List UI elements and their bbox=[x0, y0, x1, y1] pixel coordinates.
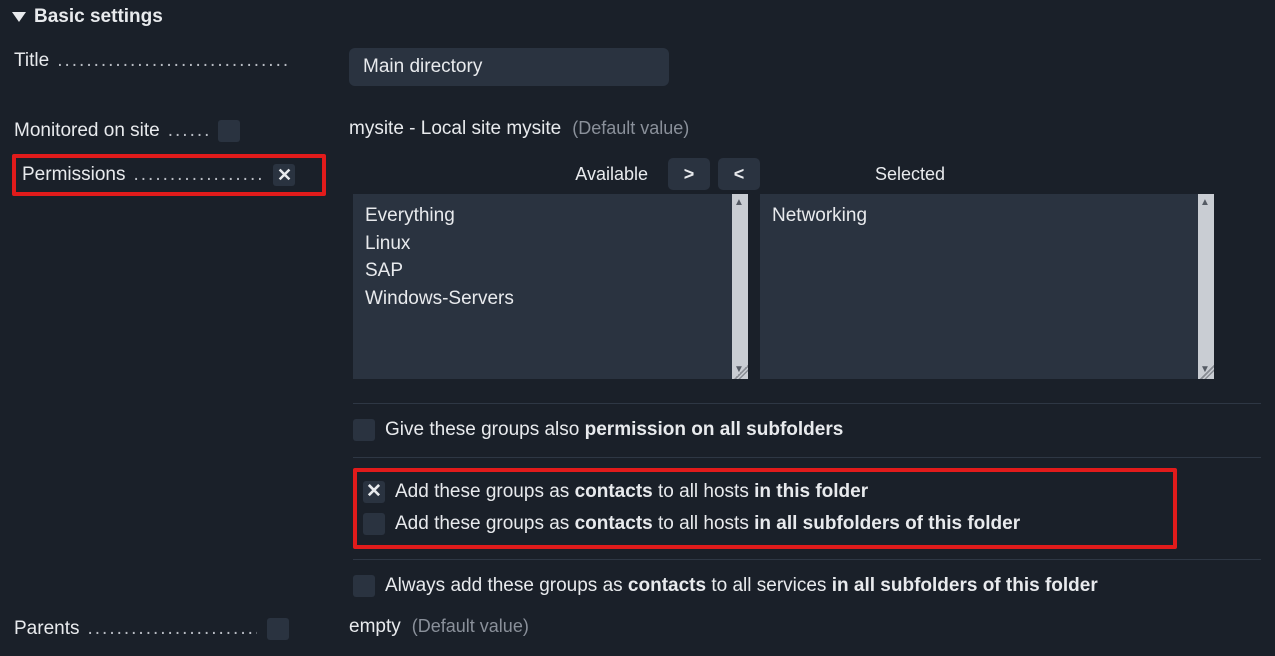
parents-default: (Default value) bbox=[412, 616, 529, 636]
row-permissions: Permissions ............................… bbox=[0, 148, 1275, 608]
move-left-button[interactable]: < bbox=[718, 158, 760, 190]
scrollbar[interactable] bbox=[732, 194, 748, 379]
row-title: Title ..................................… bbox=[0, 38, 1275, 92]
monitored-override-checkbox[interactable] bbox=[218, 120, 240, 142]
list-item[interactable]: Windows-Servers bbox=[365, 285, 736, 313]
resize-handle-icon[interactable] bbox=[734, 365, 748, 379]
contacts-folder-label: Add these groups as contacts to all host… bbox=[395, 478, 868, 507]
selected-header: Selected bbox=[760, 164, 945, 185]
list-item[interactable]: Networking bbox=[772, 202, 1202, 230]
available-header: Available bbox=[353, 164, 668, 185]
permissions-label: Permissions bbox=[22, 164, 125, 186]
monitored-label: Monitored on site bbox=[14, 120, 160, 142]
dots-decoration: ........................................… bbox=[57, 50, 287, 72]
perm-subfolders-checkbox[interactable] bbox=[353, 419, 375, 441]
permissions-override-checkbox[interactable]: ✕ bbox=[273, 164, 295, 186]
contacts-highlight: ✕ Add these groups as contacts to all ho… bbox=[353, 468, 1177, 549]
list-item[interactable]: Everything bbox=[365, 202, 736, 230]
dots-decoration: ........................................… bbox=[87, 618, 257, 640]
parents-label: Parents bbox=[14, 618, 79, 640]
scrollbar[interactable] bbox=[1198, 194, 1214, 379]
resize-handle-icon[interactable] bbox=[1200, 365, 1214, 379]
services-subfolders-label: Always add these groups as contacts to a… bbox=[385, 572, 1098, 601]
close-icon: ✕ bbox=[277, 166, 292, 184]
list-item[interactable]: SAP bbox=[365, 257, 736, 285]
row-parents: Parents ................................… bbox=[0, 606, 1275, 646]
perm-subfolders-label: Give these groups also permission on all… bbox=[385, 416, 843, 445]
section-header[interactable]: Basic settings bbox=[0, 0, 1275, 38]
dots-decoration: ........... bbox=[168, 120, 208, 142]
parents-value: empty bbox=[349, 616, 401, 637]
permissions-label-highlight: Permissions ............................… bbox=[12, 154, 326, 196]
available-list[interactable]: Everything Linux SAP Windows-Servers bbox=[353, 194, 748, 379]
list-item[interactable]: Linux bbox=[365, 230, 736, 258]
contacts-folder-checkbox[interactable]: ✕ bbox=[363, 481, 385, 503]
close-icon: ✕ bbox=[366, 478, 382, 507]
monitored-value: mysite - Local site mysite bbox=[349, 118, 561, 139]
selected-list[interactable]: Networking bbox=[760, 194, 1214, 379]
title-label: Title bbox=[14, 50, 49, 72]
collapse-icon bbox=[12, 12, 26, 22]
services-subfolders-checkbox[interactable] bbox=[353, 575, 375, 597]
title-input[interactable] bbox=[349, 48, 669, 86]
row-monitored: Monitored on site ........... mysite - L… bbox=[0, 108, 1275, 148]
contacts-subfolders-checkbox[interactable] bbox=[363, 513, 385, 535]
contacts-subfolders-label: Add these groups as contacts to all host… bbox=[395, 510, 1020, 539]
parents-override-checkbox[interactable] bbox=[267, 618, 289, 640]
dots-decoration: .............................. bbox=[133, 164, 263, 186]
section-title: Basic settings bbox=[34, 6, 163, 28]
move-right-button[interactable]: > bbox=[668, 158, 710, 190]
monitored-default: (Default value) bbox=[572, 118, 689, 138]
